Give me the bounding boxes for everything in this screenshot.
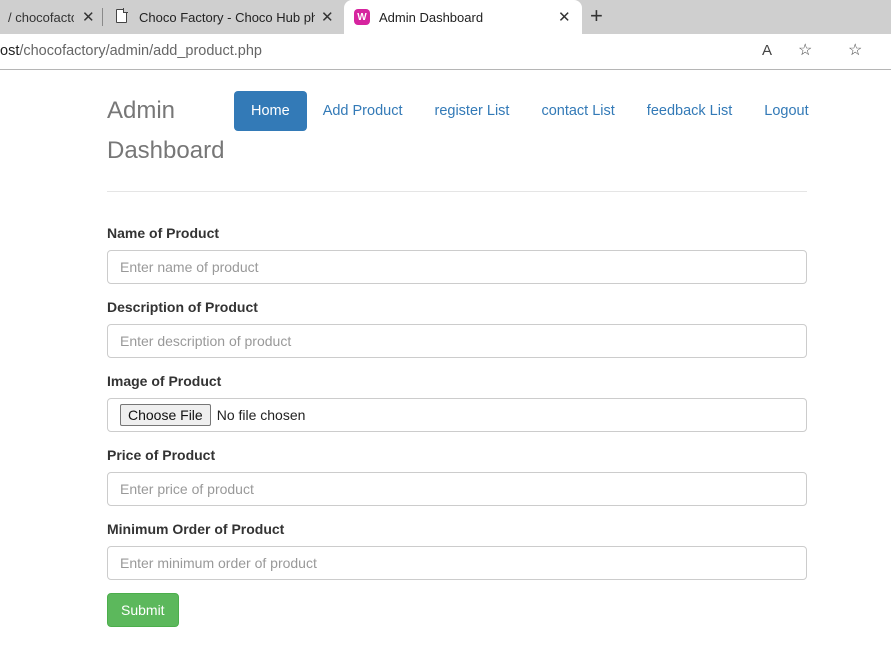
- product-description-input[interactable]: Enter description of product: [107, 324, 807, 358]
- browser-tab-admin-dashboard[interactable]: W Admin Dashboard ✕: [344, 0, 582, 34]
- product-name-group: Name of Product Enter name of product: [107, 225, 807, 284]
- product-description-group: Description of Product Enter description…: [107, 299, 807, 358]
- product-price-label: Price of Product: [107, 447, 216, 463]
- document-icon: [116, 8, 128, 23]
- product-name-label: Name of Product: [107, 225, 220, 241]
- product-image-group: Image of Product Choose File No file cho…: [107, 373, 807, 432]
- read-aloud-icon[interactable]: A: [762, 42, 772, 59]
- nav-add-product[interactable]: Add Product: [307, 91, 419, 131]
- product-image-file-input: Choose File No file chosen: [107, 398, 807, 432]
- add-favorite-icon[interactable]: ☆: [798, 40, 812, 60]
- file-status-text: No file chosen: [216, 407, 306, 423]
- navbar-brand[interactable]: Admin Dashboard: [107, 91, 237, 171]
- product-price-input[interactable]: Enter price of product: [107, 472, 807, 506]
- nav-feedback-list[interactable]: feedback List: [631, 91, 748, 131]
- nav-home[interactable]: Home: [234, 91, 307, 131]
- choose-file-button[interactable]: Choose File: [120, 404, 211, 426]
- tab-title: / chocofactory: [8, 9, 74, 25]
- url-path: /chocofactory/admin/add_product.php: [19, 43, 262, 59]
- nav-contact-list[interactable]: contact List: [525, 91, 630, 131]
- header-divider: [107, 191, 807, 192]
- tab-title: Choco Factory - Choco Hub php: [139, 9, 315, 25]
- close-tab-icon[interactable]: ✕: [558, 8, 571, 26]
- minimum-order-group: Minimum Order of Product Enter minimum o…: [107, 521, 807, 580]
- close-tab-icon[interactable]: ✕: [82, 8, 95, 26]
- minimum-order-input[interactable]: Enter minimum order of product: [107, 546, 807, 580]
- url-field[interactable]: ost/chocofactory/admin/add_product.php: [0, 43, 262, 59]
- address-bar: ost/chocofactory/admin/add_product.php A…: [0, 34, 891, 70]
- nav-register-list[interactable]: register List: [419, 91, 526, 131]
- tab-separator: [102, 8, 103, 26]
- minimum-order-label: Minimum Order of Product: [107, 521, 285, 537]
- product-name-input[interactable]: Enter name of product: [107, 250, 807, 284]
- submit-button[interactable]: Submit: [107, 593, 179, 627]
- wamp-favicon-icon: W: [354, 9, 370, 25]
- browser-tab-phpmyadmin[interactable]: / chocofactory ✕: [0, 0, 100, 34]
- tab-title: Admin Dashboard: [379, 9, 484, 25]
- nav-logout[interactable]: Logout: [748, 91, 824, 131]
- close-tab-icon[interactable]: ✕: [321, 8, 334, 26]
- favorites-icon[interactable]: ☆: [848, 40, 862, 60]
- browser-tab-strip: / chocofactory ✕ Choco Factory - Choco H…: [0, 0, 891, 34]
- product-price-group: Price of Product Enter price of product: [107, 447, 807, 506]
- url-host: ost: [0, 43, 20, 59]
- browser-tab-choco-hub[interactable]: Choco Factory - Choco Hub php ✕: [106, 0, 342, 34]
- product-description-label: Description of Product: [107, 299, 258, 315]
- product-image-label: Image of Product: [107, 373, 222, 389]
- new-tab-icon[interactable]: +: [590, 4, 603, 28]
- navbar-links: Home Add Product register List contact L…: [234, 91, 825, 131]
